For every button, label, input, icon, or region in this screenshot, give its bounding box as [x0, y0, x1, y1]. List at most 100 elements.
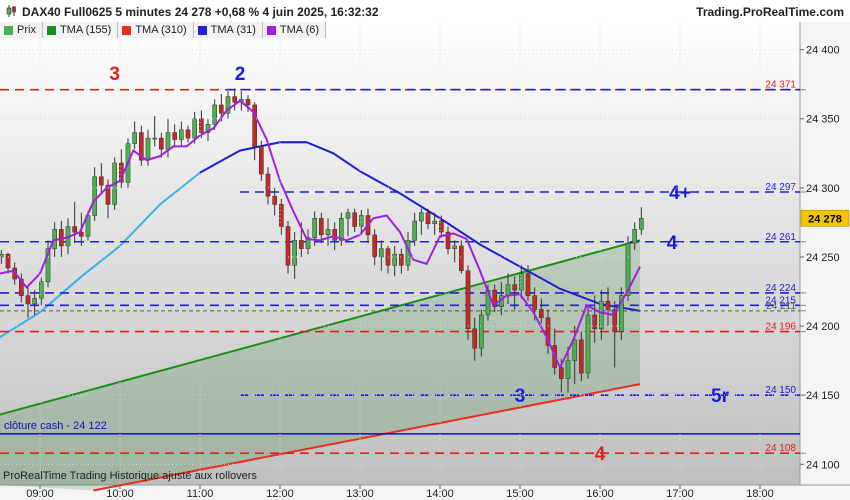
level-label: 24 150 [765, 385, 796, 396]
candle[interactable] [452, 245, 457, 249]
candle[interactable] [172, 132, 177, 140]
candle[interactable] [512, 284, 517, 291]
candle[interactable] [579, 339, 584, 374]
y-tick-label: 24 300 [806, 183, 840, 195]
candle[interactable] [639, 218, 644, 230]
legend-label: TMA (31) [210, 24, 256, 36]
candle[interactable] [425, 212, 431, 225]
candle[interactable] [72, 226, 77, 233]
candle[interactable] [339, 218, 344, 241]
indicator-legend: Prix TMA (155) TMA (310) TMA (31) TMA (6… [0, 22, 327, 39]
candle[interactable] [185, 129, 191, 139]
candle[interactable] [279, 204, 284, 227]
x-tick-label: 10:00 [106, 488, 134, 500]
candle[interactable] [25, 295, 31, 305]
candle[interactable] [312, 218, 317, 238]
x-tick-label: 15:00 [506, 488, 534, 500]
x-tick-label: 09:00 [26, 488, 54, 500]
candle[interactable] [359, 215, 364, 227]
wave-label: 3 [515, 386, 526, 407]
candle[interactable] [479, 314, 484, 349]
legend-label: TMA (310) [135, 24, 187, 36]
candle[interactable] [539, 309, 544, 319]
candle[interactable] [525, 273, 531, 296]
candle[interactable] [259, 146, 264, 175]
chart-window: clôture cash - 24 122 24 371 24 297 24 261 2… [0, 0, 850, 500]
candle[interactable] [292, 240, 297, 266]
candle[interactable] [219, 104, 224, 114]
level-label: 24 108 [765, 443, 796, 454]
candle[interactable] [99, 176, 104, 186]
legend-item-tma6[interactable]: TMA (6) [262, 22, 327, 38]
wave-label: 3 [109, 64, 120, 85]
candle[interactable] [352, 212, 357, 227]
candle[interactable] [299, 240, 304, 249]
x-tick-label: 12:00 [266, 488, 294, 500]
legend-swatch-tma6 [266, 25, 276, 35]
x-tick-label: 11:00 [187, 488, 214, 500]
candle[interactable] [32, 298, 37, 305]
candle[interactable] [519, 273, 524, 291]
candle[interactable] [505, 284, 511, 296]
candle[interactable] [5, 253, 11, 269]
candle[interactable] [599, 300, 604, 330]
legend-swatch-tma31 [197, 25, 207, 35]
x-tick-label: 14:00 [426, 488, 454, 500]
candle[interactable] [345, 212, 351, 219]
candle[interactable] [232, 96, 237, 103]
x-tick-label: 18:00 [746, 488, 774, 500]
candle[interactable] [192, 118, 197, 139]
legend-swatch-prix [4, 25, 13, 35]
y-tick-label: 24 350 [806, 114, 840, 126]
candle[interactable] [159, 137, 164, 150]
candle[interactable] [325, 229, 331, 236]
legend-item-tma31[interactable]: TMA (31) [193, 22, 263, 38]
last-price-label: 24 278 [808, 213, 842, 225]
candle[interactable] [419, 212, 424, 222]
candle[interactable] [532, 295, 537, 310]
candle[interactable] [399, 253, 404, 266]
candle[interactable] [412, 220, 417, 241]
candle[interactable] [632, 229, 637, 244]
candle[interactable] [472, 328, 477, 349]
legend-label: Prix [17, 24, 36, 36]
candle[interactable] [272, 195, 277, 205]
candle[interactable] [179, 129, 184, 140]
candle[interactable] [319, 218, 324, 236]
candle[interactable] [212, 104, 217, 125]
candle[interactable] [565, 360, 571, 379]
legend-item-tma310[interactable]: TMA (310) [118, 22, 194, 38]
candle[interactable] [132, 132, 137, 144]
candle[interactable] [145, 137, 151, 161]
y-tick-label: 24 400 [806, 45, 840, 57]
candle[interactable] [285, 226, 291, 266]
candle[interactable] [592, 314, 597, 330]
candle[interactable] [392, 253, 397, 266]
candle[interactable] [165, 132, 171, 150]
candle[interactable] [92, 176, 97, 216]
wave-label: 5r [711, 386, 730, 407]
candle[interactable] [152, 137, 157, 140]
x-tick-label: 17:00 [666, 488, 694, 500]
candle[interactable] [572, 339, 577, 361]
legend-item-prix[interactable]: Prix [0, 22, 43, 38]
wave-label: 4 [667, 233, 678, 254]
candle[interactable] [432, 220, 437, 225]
level-label: 24 224 [765, 283, 796, 294]
candle[interactable] [459, 245, 464, 272]
candle[interactable] [379, 248, 384, 258]
legend-swatch-tma155 [46, 25, 56, 35]
brand-label[interactable]: Trading.ProRealTime.com [696, 5, 844, 19]
candle[interactable] [332, 229, 337, 241]
price-chart[interactable]: clôture cash - 24 12224 37124 29724 2612… [0, 0, 850, 500]
legend-item-tma155[interactable]: TMA (155) [42, 22, 119, 38]
candle[interactable] [245, 99, 251, 106]
candle[interactable] [465, 270, 471, 330]
candle[interactable] [372, 234, 377, 258]
candle[interactable] [585, 314, 591, 374]
candle[interactable] [605, 300, 611, 310]
legend-label: TMA (6) [279, 24, 320, 36]
instrument-title: DAX40 Full0625 5 minutes 24 278 +0,68 % … [22, 5, 379, 19]
candle[interactable] [265, 173, 271, 197]
cloture-cash-label: clôture cash - 24 122 [4, 420, 107, 432]
